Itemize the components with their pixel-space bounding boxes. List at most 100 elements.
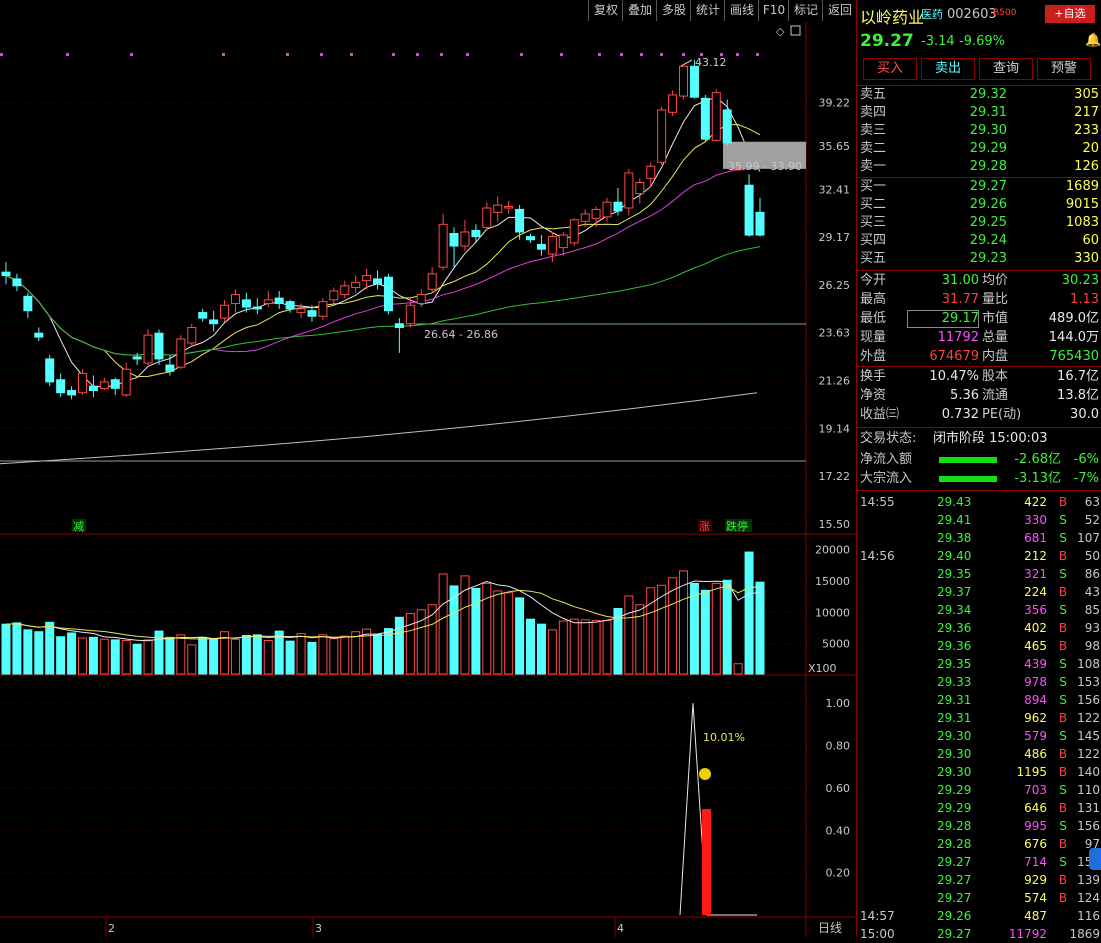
toolbar-button-7[interactable]: 返回 [822,0,857,21]
tick-row[interactable]: 15:00 29.27 11792 1869 [857,925,1101,943]
tick-row[interactable]: 29.28 676 B 97 [857,835,1101,853]
tick-price: 29.35 [937,567,972,581]
signal-dot-9 [440,53,443,56]
orderbook-row-asks-1[interactable]: 卖四 29.31 217 [857,104,1101,122]
tick-side: B [1058,549,1068,563]
tick-row[interactable]: 29.28 995 S 156 [857,817,1101,835]
tick-row[interactable]: 29.38 681 S 107 [857,529,1101,547]
action-button-3[interactable]: 预警 [1037,58,1091,80]
indicator-axis-label: 0.60 [826,782,851,795]
signal-dot-16 [660,53,663,56]
tick-side: B [1058,891,1068,905]
tick-row[interactable]: 29.36 465 B 98 [857,637,1101,655]
tick-row[interactable]: 29.41 330 S 52 [857,511,1101,529]
orderbook-row-bids-0[interactable]: 买一 29.27 1689 [857,178,1101,196]
volume-bar-66 [722,579,732,675]
tick-row[interactable]: 29.27 574 B 124 [857,889,1101,907]
tick-row[interactable]: 29.29 703 S 110 [857,781,1101,799]
action-button-1[interactable]: 卖出 [921,58,975,80]
tick-row[interactable]: 29.35 321 S 86 [857,565,1101,583]
tick-price: 29.43 [937,495,972,509]
add-favorite-button[interactable]: +自选 [1045,5,1095,23]
stat-label: 外盘 [860,349,887,364]
stats-row: 现量 11792 总量 144.0万 [857,329,1101,347]
tick-row[interactable]: 29.27 929 B 139 [857,871,1101,889]
tick-row[interactable]: 29.36 402 B 93 [857,619,1101,637]
tick-volume: 646 [1024,801,1047,815]
tick-row[interactable]: 29.33 978 S 153 [857,673,1101,691]
orderbook-volume: 217 [1074,105,1099,120]
volume-bar-52 [569,618,579,675]
candle-body-17 [187,326,197,344]
orderbook-row-bids-2[interactable]: 买三 29.25 1083 [857,214,1101,232]
volume-bar-5 [56,636,66,675]
tick-row[interactable]: 29.31 894 S 156 [857,691,1101,709]
scroll-icon[interactable] [1089,848,1101,870]
bell-icon[interactable]: 🔔 [1085,33,1101,48]
candle-body-32 [351,281,361,289]
tick-price: 29.38 [937,531,972,545]
toolbar-button-4[interactable]: 画线 [724,0,759,21]
tick-count: 43 [1084,585,1100,599]
tick-row[interactable]: 29.34 356 S 85 [857,601,1101,619]
tick-row[interactable]: 29.30 486 B 122 [857,745,1101,763]
orderbook-row-bids-1[interactable]: 买二 29.26 9015 [857,196,1101,214]
kline-chart-area[interactable]: 39.22 35.65 32.41 29.17 26.25 23.63 21.26 19.14… [0,22,856,937]
volume-bar-29 [318,634,328,675]
flow-pct: -6% [1073,452,1099,467]
tick-row[interactable]: 29.35 439 S 108 [857,655,1101,673]
orderbook-row-asks-4[interactable]: 卖一 29.28 126 [857,158,1101,176]
toolbar-button-0[interactable]: 复权 [588,0,623,21]
volume-bar-19 [209,638,219,675]
tick-count: 153 [1077,675,1100,689]
orderbook-row-bids-3[interactable]: 买四 29.24 60 [857,232,1101,250]
price-axis-label: 26.25 [819,279,851,292]
tick-time: 14:56 [860,549,895,563]
volume-bar-45 [493,590,503,675]
price-axis-label: 19.14 [819,422,851,435]
tick-side: S [1059,693,1067,707]
tick-row[interactable]: 29.37 224 B 43 [857,583,1101,601]
tick-volume: 402 [1024,621,1047,635]
volume-axis-label: 20000 [815,544,850,557]
stat-value: 30.23 [1061,273,1099,288]
candle-body-9 [99,381,109,389]
orderbook-price: 29.28 [969,159,1007,174]
flow-value: -3.13亿 [1014,471,1061,486]
tick-price: 29.31 [937,693,972,707]
tick-row[interactable]: 29.30 579 S 145 [857,727,1101,745]
orderbook-price: 29.31 [969,105,1007,120]
tick-count: 107 [1077,531,1100,545]
tick-volume: 224 [1024,585,1047,599]
toolbar-button-5[interactable]: F10 [758,0,789,21]
tick-row[interactable]: 14:57 29.26 487 116 [857,907,1101,925]
stock-sector-tag[interactable]: 医药 [921,6,943,22]
toolbar-button-1[interactable]: 叠加 [622,0,657,21]
candle-body-60 [657,109,667,163]
stat-value: 16.7亿 [1057,369,1099,384]
tick-count: 156 [1077,819,1100,833]
orderbook-row-asks-0[interactable]: 卖五 29.32 305 [857,86,1101,104]
orderbook-row-bids-4[interactable]: 买五 29.23 330 [857,250,1101,268]
tick-row[interactable]: 14:55 29.43 422 B 63 [857,493,1101,511]
kline-chart[interactable]: 39.22 35.65 32.41 29.17 26.25 23.63 21.26 19.14… [0,22,856,937]
action-button-2[interactable]: 查询 [979,58,1033,80]
tick-row[interactable]: 29.29 646 B 131 [857,799,1101,817]
orderbook-row-asks-2[interactable]: 卖三 29.30 233 [857,122,1101,140]
candle-body-57 [624,172,634,209]
action-button-0[interactable]: 买入 [863,58,917,80]
orderbook-price: 29.32 [969,87,1007,102]
orderbook-row-asks-3[interactable]: 卖二 29.29 20 [857,140,1101,158]
tick-row[interactable]: 14:56 29.40 212 B 50 [857,547,1101,565]
tick-price: 29.36 [937,639,972,653]
toolbar-button-6[interactable]: 标记 [788,0,823,21]
tick-volume: 574 [1024,891,1047,905]
tick-row[interactable]: 29.30 1195 B 140 [857,763,1101,781]
tick-volume: 978 [1024,675,1047,689]
candle-body-38 [416,294,426,304]
tick-row[interactable]: 29.31 962 B 122 [857,709,1101,727]
tick-row[interactable]: 29.27714S156 [857,853,1101,871]
toolbar-button-3[interactable]: 统计 [690,0,725,21]
ma60-line [5,246,761,356]
toolbar-button-2[interactable]: 多股 [656,0,691,21]
